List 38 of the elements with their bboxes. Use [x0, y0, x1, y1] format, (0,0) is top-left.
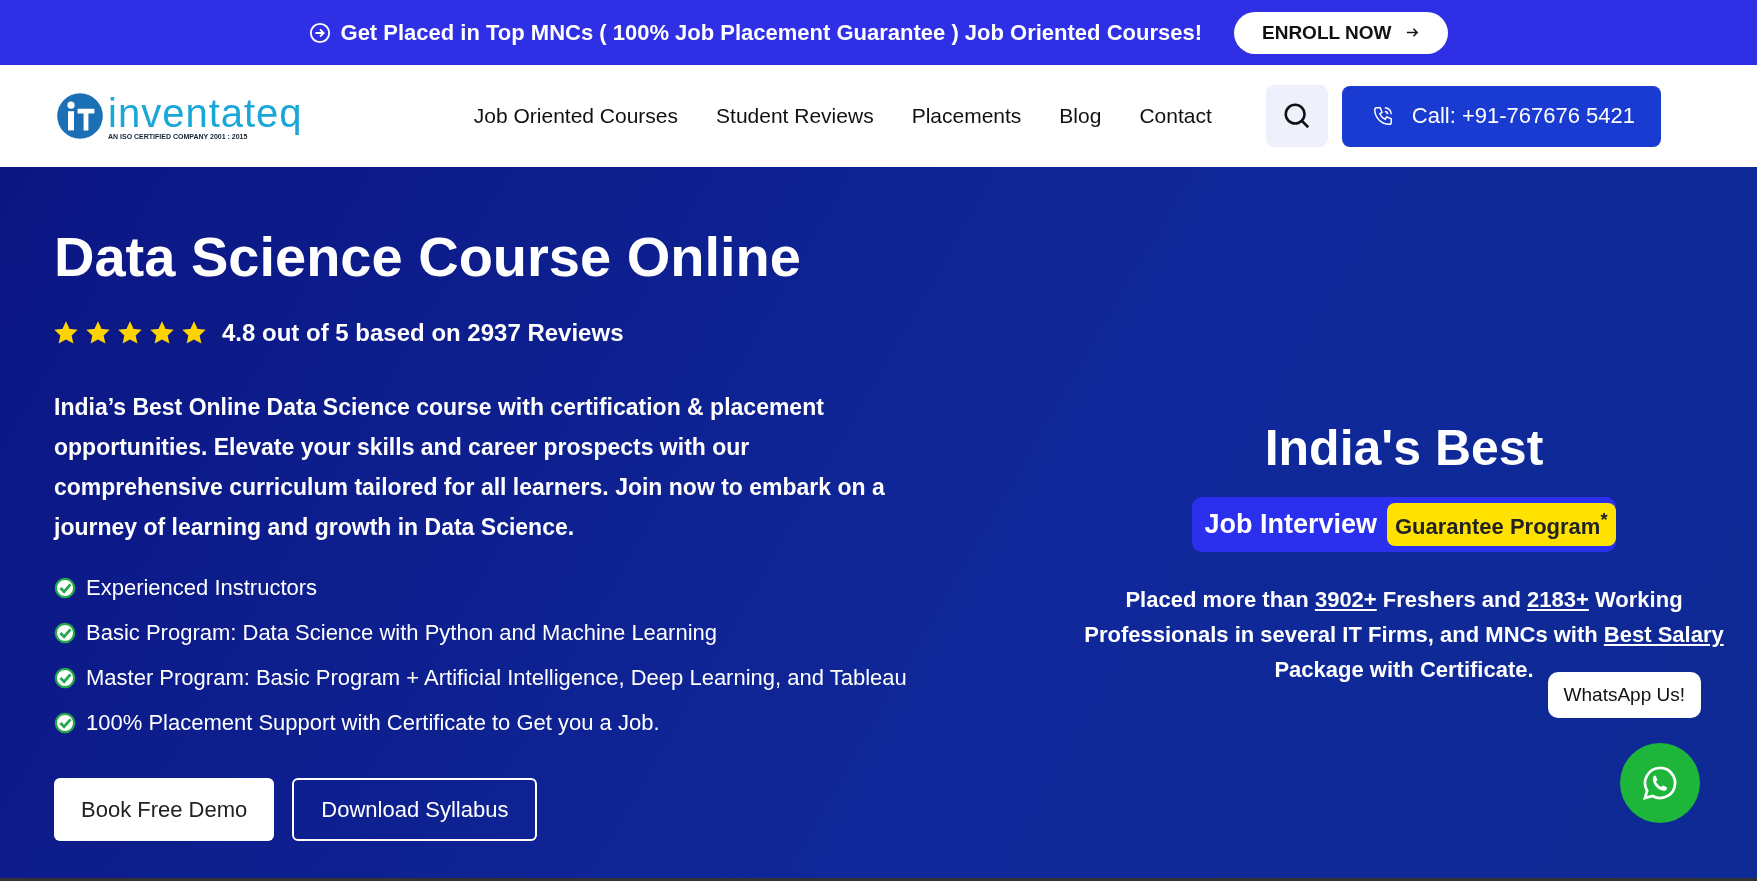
- logo-icon: [56, 92, 104, 140]
- stats-link[interactable]: 2183+: [1527, 587, 1589, 613]
- book-demo-button[interactable]: Book Free Demo: [54, 778, 275, 842]
- feature-text: Basic Program: Data Science with Python and Machine Learning: [86, 620, 717, 647]
- search-button[interactable]: [1265, 85, 1328, 147]
- star-icon: [150, 321, 174, 346]
- whatsapp-tooltip: WhatsApp Us!: [1547, 672, 1701, 718]
- feature-text: Experienced Instructors: [86, 575, 318, 602]
- course-description: India’s Best Online Data Science course with certification & placement opportunities. Elevate your skills and career prospects with our comprehensive curriculum tailored for all learners. Join now to embark on a journey of learning and growth in Data Science.: [54, 393, 886, 543]
- feature-text: 100% Placement Support with Certificate to Get you a Job.: [86, 710, 660, 737]
- star-icon: [118, 321, 142, 346]
- nav-link[interactable]: Job Oriented Courses: [473, 104, 679, 128]
- arrow-circle-icon: [308, 21, 331, 44]
- phone-icon: [1371, 105, 1394, 127]
- logo-wordmark: inventateq: [108, 92, 303, 133]
- check-circle-icon: [54, 577, 76, 600]
- promo-heading: India's Best: [1264, 419, 1544, 477]
- feature-text: Master Program: Basic Program + Artificial Intelligence, Deep Learning, and Tableau: [86, 665, 907, 692]
- star-icon: [86, 321, 110, 346]
- hero-title: Data Science Course Online: [54, 225, 802, 290]
- download-syllabus-button[interactable]: Download Syllabus: [292, 778, 538, 842]
- badge-highlight: Guarantee Program$^{*}$: [1387, 503, 1616, 547]
- call-button[interactable]: Call: +91-767676 5421: [1341, 85, 1661, 147]
- nav-link[interactable]: Placements: [911, 104, 1022, 128]
- check-circle-icon: [54, 622, 76, 645]
- stats-link[interactable]: 3902+: [1314, 587, 1377, 613]
- enroll-button[interactable]: ENROLL NOW: [1234, 11, 1449, 54]
- star-icon: [182, 321, 206, 346]
- stats-link[interactable]: Best Salary: [1603, 622, 1724, 648]
- check-circle-icon: [54, 712, 76, 735]
- nav-link[interactable]: Blog: [1059, 104, 1102, 128]
- nav-link[interactable]: Contact: [1139, 104, 1212, 128]
- star-icon: [54, 321, 78, 346]
- rating-text: 4.8 out of 5 based on 2937 Reviews: [222, 319, 624, 348]
- check-circle-icon: [54, 667, 76, 690]
- badge-text: Job Interview: [1204, 509, 1377, 541]
- banner-text: Get Placed in Top MNCs ( 100% Job Placement Guarantee ) Job Oriented Courses!: [340, 19, 1202, 46]
- nav-link[interactable]: Student Reviews: [716, 104, 874, 128]
